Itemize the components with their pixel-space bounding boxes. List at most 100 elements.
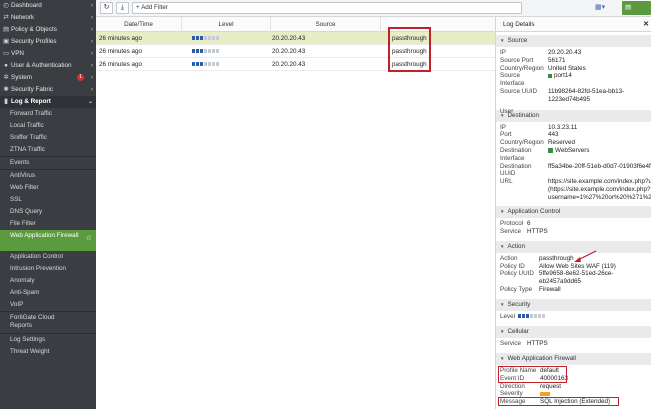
sidebar-item-security-profiles[interactable]: ▣ Security Profiles › — [0, 36, 96, 48]
sidebar-item-application-control[interactable]: Application Control — [0, 251, 96, 263]
url-line[interactable]: username=1%27%20or%20%271%27%3D%271 — [548, 194, 651, 202]
sidebar-item-forward-traffic[interactable]: Forward Traffic — [0, 108, 96, 120]
table-header: Date/Time Level Source — [96, 17, 495, 32]
cell-source: 20.20.20.43 — [272, 35, 306, 42]
sidebar-item-dns-query[interactable]: DNS Query — [0, 206, 96, 218]
table-row[interactable]: 26 minutes ago 20.20.20.43 passthrough — [96, 45, 495, 58]
sidebar-item-label: Security Profiles — [11, 38, 57, 45]
level-indicator — [192, 36, 220, 40]
detail-row: IP 20.20.20.43 — [500, 49, 582, 56]
log-report-icon: ▮ — [4, 98, 8, 105]
sidebar-item-voip[interactable]: VoIP — [0, 299, 96, 311]
log-toolbar: ↻ ⤓ + Add Filter ▦▾ ▤ Details — [96, 0, 651, 25]
refresh-icon: ↻ — [103, 4, 110, 11]
sidebar-item-user-authentication[interactable]: ● User & Authentication › — [0, 60, 96, 72]
cell-datetime: 26 minutes ago — [99, 35, 143, 42]
section-application-control[interactable]: ▼ Application Control — [496, 206, 651, 219]
sidebar-item-local-traffic[interactable]: Local Traffic — [0, 120, 96, 132]
detail-row: Direction request — [500, 382, 562, 390]
sidebar-item-web-filter[interactable]: Web Filter — [0, 182, 96, 194]
chevron-right-icon: › — [91, 15, 93, 21]
annotation-arrow-icon — [574, 250, 597, 262]
detail-row: Service HTTPS — [500, 340, 548, 348]
sidebar-item-sniffer-traffic[interactable]: Sniffer Traffic — [0, 132, 96, 144]
sidebar-item-log-report[interactable]: ▮ Log & Report ⌄ — [0, 96, 96, 108]
details-header: Log Details ✕ — [496, 17, 651, 32]
action-highlight-box — [388, 27, 431, 72]
detail-row: Service HTTPS — [500, 227, 548, 235]
view-options-button[interactable]: ▦▾ — [595, 3, 613, 13]
log-table: Date/Time Level Source 26 minutes ago 20.… — [96, 17, 496, 409]
sidebar-item-label: Security Fabric — [11, 86, 53, 93]
sidebar-item-intrusion-prevention[interactable]: Intrusion Prevention — [0, 263, 96, 275]
table-row[interactable]: 26 minutes ago 20.20.20.43 passthrough — [96, 32, 495, 45]
level-indicator — [192, 49, 220, 53]
network-icon: ⇄ — [3, 14, 9, 21]
sidebar-item-file-filter[interactable]: File Filter — [0, 218, 96, 230]
sidebar-item-antivirus[interactable]: AntiVirus — [0, 170, 96, 182]
sidebar-item-ztna-traffic[interactable]: ZTNA Traffic — [0, 144, 96, 156]
chevron-right-icon: › — [91, 87, 93, 93]
detail-row: 1223ed74b495 — [548, 95, 591, 103]
collapse-icon: ▼ — [500, 209, 505, 215]
col-header-datetime[interactable]: Date/Time — [96, 17, 182, 32]
details-toggle-button[interactable]: ▤ Details — [622, 1, 651, 25]
close-icon[interactable]: ✕ — [643, 17, 649, 32]
detail-row: Policy Type Firewall — [500, 285, 561, 293]
cell-source: 20.20.20.43 — [272, 61, 306, 68]
sidebar-item-events[interactable]: Events — [0, 157, 96, 169]
sidebar-item-web-application-firewall[interactable]: Web Application Firewall ☆ — [0, 230, 96, 251]
section-source[interactable]: ▼ Source — [496, 35, 651, 47]
section-security[interactable]: ▼ Security — [496, 298, 651, 311]
url-line[interactable]: (https://site.example.com/index.php? — [548, 186, 651, 194]
policy-icon: ▤ — [3, 26, 9, 33]
sidebar-item-system[interactable]: ✲ System 1 › — [0, 72, 96, 84]
sidebar-item-policy-objects[interactable]: ▤ Policy & Objects › — [0, 24, 96, 36]
detail-row: Level — [496, 313, 651, 321]
log-details-panel: Log Details ✕ ▼ Source IP 20.20.20.43 Sour… — [496, 17, 651, 409]
sidebar-item-log-settings[interactable]: Log Settings — [0, 334, 96, 346]
section-waf[interactable]: ▼ Web Application Firewall — [496, 352, 651, 365]
user-icon: ● — [4, 62, 8, 69]
chevron-right-icon: › — [91, 3, 93, 9]
vpn-icon: ▭ — [3, 50, 9, 57]
sidebar-item-label: FortiGate Cloud Reports — [10, 314, 55, 329]
sidebar-item-ssl[interactable]: SSL — [0, 194, 96, 206]
detail-row: Port 443 — [500, 131, 559, 139]
col-header-level[interactable]: Level — [182, 17, 271, 32]
chevron-right-icon: › — [91, 51, 93, 57]
col-header-source[interactable]: Source — [271, 17, 381, 32]
sidebar-item-anti-spam[interactable]: Anti-Spam — [0, 287, 96, 299]
detail-row: URL https://site.example.com/index.php?u… — [500, 178, 651, 202]
section-cellular[interactable]: ▼ Cellular — [496, 326, 651, 339]
download-button[interactable]: ⤓ — [116, 2, 129, 14]
table-row[interactable]: 26 minutes ago 20.20.20.43 passthrough — [96, 58, 495, 71]
detail-row: eb2457a9dd65 — [539, 278, 582, 286]
refresh-button[interactable]: ↻ — [100, 2, 113, 14]
detail-row: Protocol 6 — [500, 220, 531, 228]
gear-icon: ✲ — [3, 74, 9, 81]
sidebar-nav: ◴ Dashboard › ⇄ Network › ▤ Policy & Objects › ▣ S… — [0, 0, 96, 409]
collapse-icon: ▼ — [500, 301, 505, 307]
level-indicator — [192, 62, 220, 66]
sidebar-item-threat-weight[interactable]: Threat Weight — [0, 346, 96, 358]
server-icon — [548, 147, 553, 153]
collapse-icon: ▼ — [500, 355, 505, 361]
interface-icon — [548, 73, 552, 78]
sidebar-item-anomaly[interactable]: Anomaly — [0, 275, 96, 287]
sidebar-item-fortigate-cloud-reports[interactable]: FortiGate Cloud Reports — [0, 312, 96, 333]
fabric-icon: ✺ — [3, 86, 9, 93]
url-line[interactable]: https://site.example.com/index.php?user — [548, 178, 651, 186]
sidebar-item-label: System — [11, 74, 32, 81]
sidebar-item-network[interactable]: ⇄ Network › — [0, 12, 96, 24]
collapse-icon: ▼ — [500, 38, 505, 43]
detail-row: IP 10.3.23.11 — [500, 123, 578, 131]
sidebar-item-dashboard[interactable]: ◴ Dashboard › — [0, 0, 96, 12]
cell-source: 20.20.20.43 — [272, 48, 306, 55]
sidebar-item-security-fabric[interactable]: ✺ Security Fabric › — [0, 84, 96, 96]
add-filter-input[interactable]: + Add Filter — [132, 2, 522, 14]
cell-datetime: 26 minutes ago — [99, 48, 143, 55]
sidebar-item-vpn[interactable]: ▭ VPN › — [0, 48, 96, 60]
detail-row: Source Port 56171 — [500, 56, 566, 64]
star-icon[interactable]: ☆ — [86, 235, 92, 243]
